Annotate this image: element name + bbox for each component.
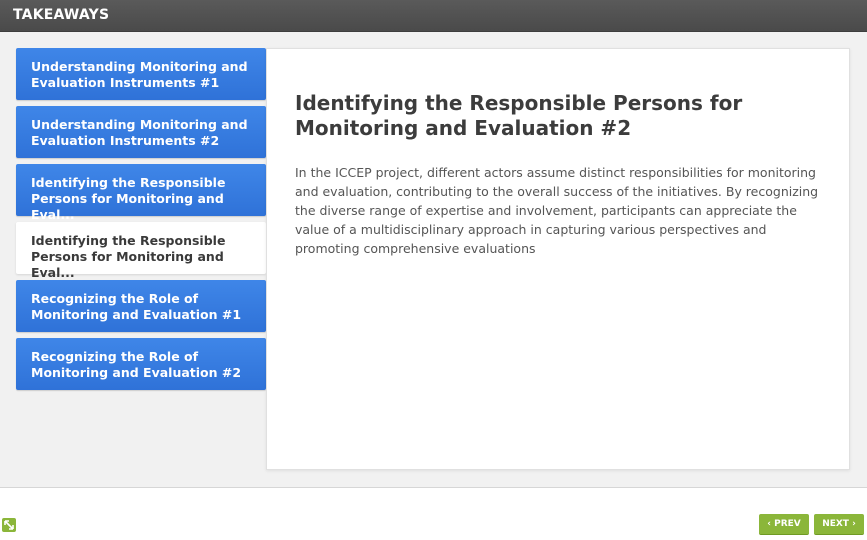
page-title: TAKEAWAYS [13,7,110,23]
top-bar: TAKEAWAYS [0,0,867,32]
next-button[interactable]: NEXT › [814,514,864,535]
sidebar-item-label: Understanding Monitoring and Evaluation … [31,117,248,148]
sidebar-item-label: Recognizing the Role of Monitoring and E… [31,349,242,380]
resize-button[interactable] [2,518,16,532]
resize-arrows-icon [2,518,16,532]
sidebar-item-monitoring-instruments-1[interactable]: Understanding Monitoring and Evaluation … [16,48,266,100]
sidebar-item-responsible-persons-1[interactable]: Identifying the Responsible Persons for … [16,164,266,222]
sidebar-item-responsible-persons-2[interactable]: Identifying the Responsible Persons for … [16,222,266,280]
sidebar-item-label: Identifying the Responsible Persons for … [31,175,226,222]
chevron-left-icon: ‹ [767,519,771,529]
prev-button[interactable]: ‹ PREV [759,514,809,535]
sidebar-item-role-of-monitoring-2[interactable]: Recognizing the Role of Monitoring and E… [16,338,266,390]
sidebar-item-monitoring-instruments-2[interactable]: Understanding Monitoring and Evaluation … [16,106,266,158]
chevron-right-icon: › [852,519,856,529]
next-label: NEXT [822,519,849,529]
sidebar-item-label: Identifying the Responsible Persons for … [31,233,226,280]
content-card: Identifying the Responsible Persons for … [266,48,850,470]
content-body: In the ICCEP project, different actors a… [295,165,819,256]
content-title: Identifying the Responsible Persons for … [295,91,743,140]
prev-label: PREV [774,519,801,529]
sidebar-item-role-of-monitoring-1[interactable]: Recognizing the Role of Monitoring and E… [16,280,266,332]
sidebar-item-label: Recognizing the Role of Monitoring and E… [31,291,242,322]
sidebar-item-label: Understanding Monitoring and Evaluation … [31,59,248,90]
